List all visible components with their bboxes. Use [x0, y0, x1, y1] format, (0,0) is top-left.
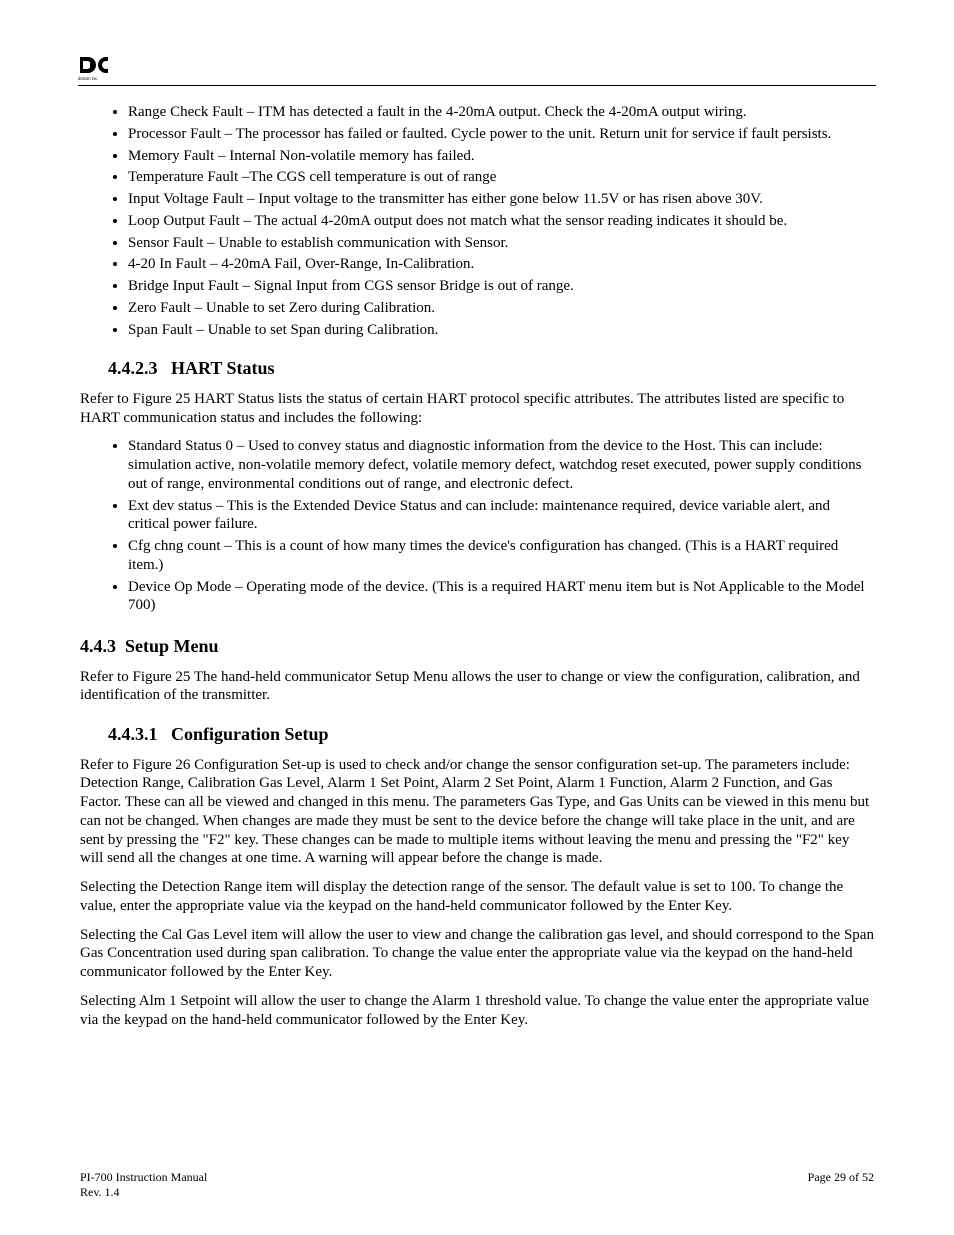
config-setup-para-2: Selecting the Detection Range item will … — [80, 878, 874, 916]
list-item: Ext dev status – This is the Extended De… — [128, 497, 874, 535]
list-item: Sensor Fault – Unable to establish commu… — [128, 234, 874, 253]
list-item: Input Voltage Fault – Input voltage to t… — [128, 190, 874, 209]
heading-text: HART Status — [171, 358, 275, 378]
heading-number: 4.4.2.3 — [108, 358, 158, 378]
heading-hart-status: 4.4.2.3 HART Status — [108, 357, 874, 380]
config-setup-para-1: Refer to Figure 26 Configuration Set-up … — [80, 756, 874, 869]
list-item: Bridge Input Fault – Signal Input from C… — [128, 277, 874, 296]
footer-right: Page 29 of 52 — [808, 1170, 874, 1200]
list-item: 4-20 In Fault – 4-20mA Fail, Over-Range,… — [128, 255, 874, 274]
footer-left-line1: PI-700 Instruction Manual — [80, 1170, 207, 1185]
heading-number: 4.4.3.1 — [108, 724, 158, 744]
list-item: Zero Fault – Unable to set Zero during C… — [128, 299, 874, 318]
list-item: Cfg chng count – This is a count of how … — [128, 537, 874, 575]
footer-left-line2: Rev. 1.4 — [80, 1185, 207, 1200]
footer: PI-700 Instruction Manual Rev. 1.4 Page … — [80, 1170, 874, 1200]
svg-text:detcon inc.: detcon inc. — [78, 76, 98, 81]
header-rule — [78, 85, 876, 86]
config-setup-para-4: Selecting Alm 1 Setpoint will allow the … — [80, 992, 874, 1030]
list-item: Range Check Fault – ITM has detected a f… — [128, 103, 874, 122]
list-item: Memory Fault – Internal Non-volatile mem… — [128, 147, 874, 166]
logo: detcon inc. — [78, 55, 110, 81]
content: Range Check Fault – ITM has detected a f… — [80, 55, 874, 1029]
list-item: Temperature Fault –The CGS cell temperat… — [128, 168, 874, 187]
config-setup-para-3: Selecting the Cal Gas Level item will al… — [80, 926, 874, 982]
heading-config-setup: 4.4.3.1 Configuration Setup — [108, 723, 874, 746]
heading-number: 4.4.3 — [80, 636, 116, 656]
hart-status-intro: Refer to Figure 25 HART Status lists the… — [80, 390, 874, 428]
diagnostics-list: Range Check Fault – ITM has detected a f… — [80, 103, 874, 339]
list-item: Processor Fault – The processor has fail… — [128, 125, 874, 144]
heading-text: Configuration Setup — [171, 724, 329, 744]
list-item: Standard Status 0 – Used to convey statu… — [128, 437, 874, 493]
list-item: Span Fault – Unable to set Span during C… — [128, 321, 874, 340]
setup-menu-intro: Refer to Figure 25 The hand-held communi… — [80, 668, 874, 706]
hart-status-list: Standard Status 0 – Used to convey statu… — [80, 437, 874, 615]
list-item: Device Op Mode – Operating mode of the d… — [128, 578, 874, 616]
heading-setup-menu: 4.4.3 Setup Menu — [80, 635, 874, 658]
list-item: Loop Output Fault – The actual 4-20mA ou… — [128, 212, 874, 231]
heading-text: Setup Menu — [125, 636, 219, 656]
